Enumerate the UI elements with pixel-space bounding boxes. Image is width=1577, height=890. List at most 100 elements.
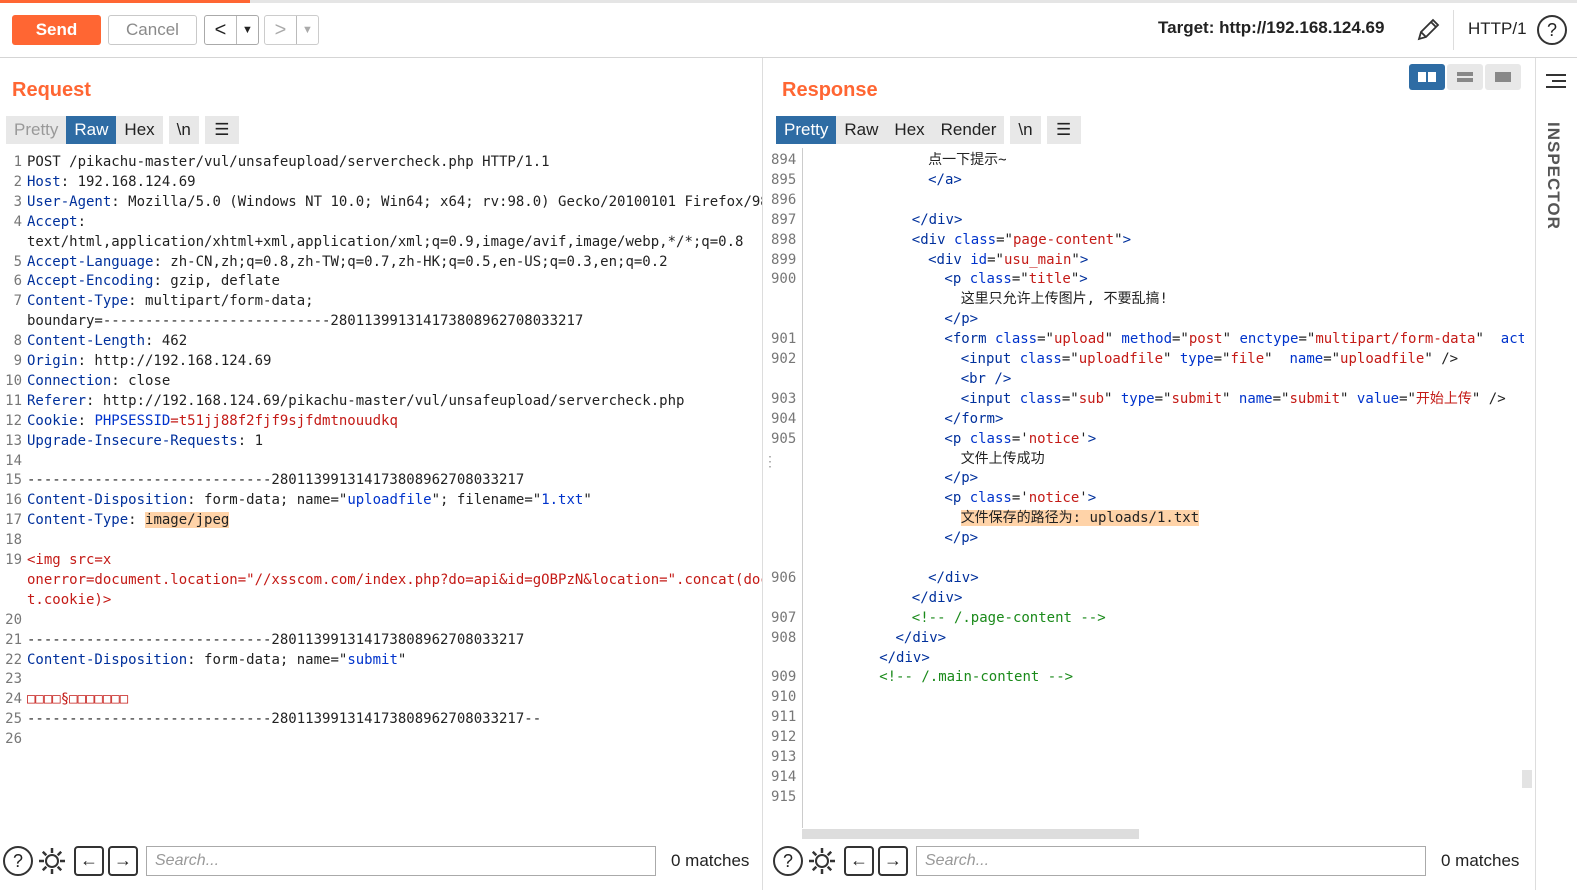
line-number: 901 bbox=[771, 331, 797, 348]
header-value: : zh-CN,zh;q=0.8,zh-TW;q=0.7,zh-HK;q=0.5… bbox=[153, 253, 668, 270]
cancel-button[interactable]: Cancel bbox=[108, 15, 197, 45]
html-tag: </a> bbox=[928, 171, 962, 188]
line-number: 907 bbox=[771, 609, 797, 626]
panel-divider[interactable] bbox=[762, 58, 763, 890]
http-version-toggle[interactable]: HTTP/1 bbox=[1468, 19, 1527, 39]
line-number: 906 bbox=[771, 569, 797, 586]
request-match-count: 0 matches bbox=[671, 851, 750, 870]
response-line: </p> bbox=[944, 309, 978, 329]
tab-raw[interactable]: Raw bbox=[836, 116, 887, 144]
tab-newline[interactable]: \n bbox=[1010, 116, 1041, 144]
send-button[interactable]: Send bbox=[12, 15, 101, 45]
arrow-right-icon[interactable]: → bbox=[108, 846, 138, 876]
line-number: 911 bbox=[771, 709, 797, 726]
html-attribute: name bbox=[1238, 390, 1273, 407]
line-number: 900 bbox=[771, 271, 797, 288]
header-value: " bbox=[583, 492, 592, 509]
menu-icon[interactable]: ☰ bbox=[204, 116, 239, 144]
text: " bbox=[1114, 231, 1123, 248]
response-search-input[interactable]: Search... bbox=[916, 846, 1426, 876]
single-layout-icon[interactable] bbox=[1485, 64, 1521, 90]
highlighted-value: image/jpeg bbox=[145, 512, 230, 529]
dropdown-arrow-icon[interactable]: ▼ bbox=[297, 24, 318, 36]
layout-toggle bbox=[1409, 64, 1521, 90]
horizontal-scrollbar[interactable] bbox=[802, 829, 1139, 839]
html-tag: </div> bbox=[911, 589, 963, 606]
line-number: 18 bbox=[5, 532, 22, 549]
arrow-left-icon[interactable]: ← bbox=[74, 846, 104, 876]
arrow-left-icon[interactable]: ← bbox=[844, 846, 874, 876]
text: =" bbox=[987, 251, 1004, 268]
text: =" bbox=[1154, 390, 1172, 407]
header-value: POST /pikachu-master/vul/unsafeupload/se… bbox=[27, 154, 550, 170]
request-editor[interactable]: 1 POST /pikachu-master/vul/unsafeupload/s… bbox=[0, 150, 762, 840]
header-value: " bbox=[397, 651, 407, 668]
history-back-group[interactable]: < ▼ bbox=[204, 15, 259, 45]
vertical-scrollbar[interactable] bbox=[1522, 770, 1532, 788]
response-line: </div> bbox=[912, 588, 963, 608]
tab-hex[interactable]: Hex bbox=[116, 116, 163, 144]
arrow-right-icon[interactable]: → bbox=[878, 846, 908, 876]
tab-render[interactable]: Render bbox=[932, 116, 1005, 144]
line-number: 15 bbox=[5, 472, 22, 489]
text: " bbox=[1104, 390, 1121, 407]
attribute-value: title bbox=[1028, 271, 1071, 288]
request-search-input[interactable]: Search... bbox=[146, 846, 656, 876]
line-number: 12 bbox=[5, 412, 22, 429]
help-icon[interactable]: ? bbox=[1537, 15, 1567, 45]
text: " bbox=[1163, 351, 1180, 367]
response-editor[interactable]: 894 895 896 897 898 899 900 901 902 903 904 905 906 9… bbox=[766, 150, 1524, 830]
header-value: : http://192.168.124.69 bbox=[77, 353, 272, 369]
text: 点一下提示~ bbox=[928, 152, 1007, 168]
html-attribute: class bbox=[969, 490, 1012, 507]
text: =" bbox=[1011, 271, 1029, 288]
tab-raw[interactable]: Raw bbox=[66, 116, 117, 144]
gear-icon[interactable] bbox=[36, 845, 68, 877]
tab-hex[interactable]: Hex bbox=[886, 116, 933, 144]
inspector-label[interactable]: INSPECTOR bbox=[1543, 122, 1563, 230]
header-value: -----------------------------28011399131… bbox=[27, 711, 542, 728]
chevron-right-icon[interactable]: > bbox=[265, 16, 297, 44]
menu-icon[interactable]: ☰ bbox=[1046, 116, 1081, 144]
text: =" bbox=[1172, 331, 1189, 348]
html-tag: </form> bbox=[944, 410, 1004, 427]
inspector-menu-icon[interactable] bbox=[1544, 72, 1568, 92]
response-line: </div> bbox=[879, 648, 930, 668]
dropdown-arrow-icon[interactable]: ▼ bbox=[237, 24, 258, 36]
text: 文件上传成功 bbox=[960, 450, 1045, 467]
request-line: POST /pikachu-master/vul/unsafeupload/se… bbox=[27, 152, 550, 172]
side-by-side-layout-icon[interactable] bbox=[1409, 64, 1445, 90]
line-number: 22 bbox=[5, 651, 22, 668]
line-number: 7 bbox=[13, 293, 22, 310]
header-value: : form-data; name=" bbox=[187, 651, 348, 668]
text: =" bbox=[1213, 351, 1231, 367]
line-number: 9 bbox=[13, 353, 22, 369]
chevron-left-icon[interactable]: < bbox=[205, 16, 237, 44]
attribute-value: post bbox=[1188, 331, 1223, 348]
stacked-layout-icon[interactable] bbox=[1447, 64, 1483, 90]
text: =" bbox=[1272, 390, 1290, 407]
history-forward-group[interactable]: > ▼ bbox=[264, 15, 319, 45]
tab-newline[interactable]: \n bbox=[168, 116, 199, 144]
response-line: <div id="usu_main"> bbox=[928, 250, 1088, 270]
html-attribute: class bbox=[969, 430, 1012, 447]
line-number: 894 bbox=[771, 152, 797, 168]
html-tag: <form bbox=[944, 331, 995, 348]
text: =" bbox=[1298, 331, 1316, 348]
help-icon[interactable]: ? bbox=[773, 846, 803, 876]
attribute-value: usu_main bbox=[1003, 251, 1072, 268]
pencil-icon[interactable] bbox=[1414, 16, 1442, 44]
response-match-count: 0 matches bbox=[1441, 851, 1520, 870]
tab-pretty[interactable]: Pretty bbox=[776, 116, 837, 144]
tab-pretty[interactable]: Pretty bbox=[6, 116, 67, 144]
gear-icon[interactable] bbox=[806, 845, 838, 877]
attribute-value: submit bbox=[1289, 390, 1341, 407]
text: =' bbox=[1011, 490, 1029, 507]
html-tag: </p> bbox=[944, 530, 979, 547]
line-number: 902 bbox=[771, 351, 797, 367]
highlighted-text: 文件保存的路径为: uploads/1.txt bbox=[960, 510, 1200, 527]
param-value: <img src=x bbox=[27, 552, 112, 568]
line-number: 895 bbox=[771, 171, 797, 188]
help-icon[interactable]: ? bbox=[3, 846, 33, 876]
request-line: boundary=---------------------------2801… bbox=[27, 311, 583, 331]
